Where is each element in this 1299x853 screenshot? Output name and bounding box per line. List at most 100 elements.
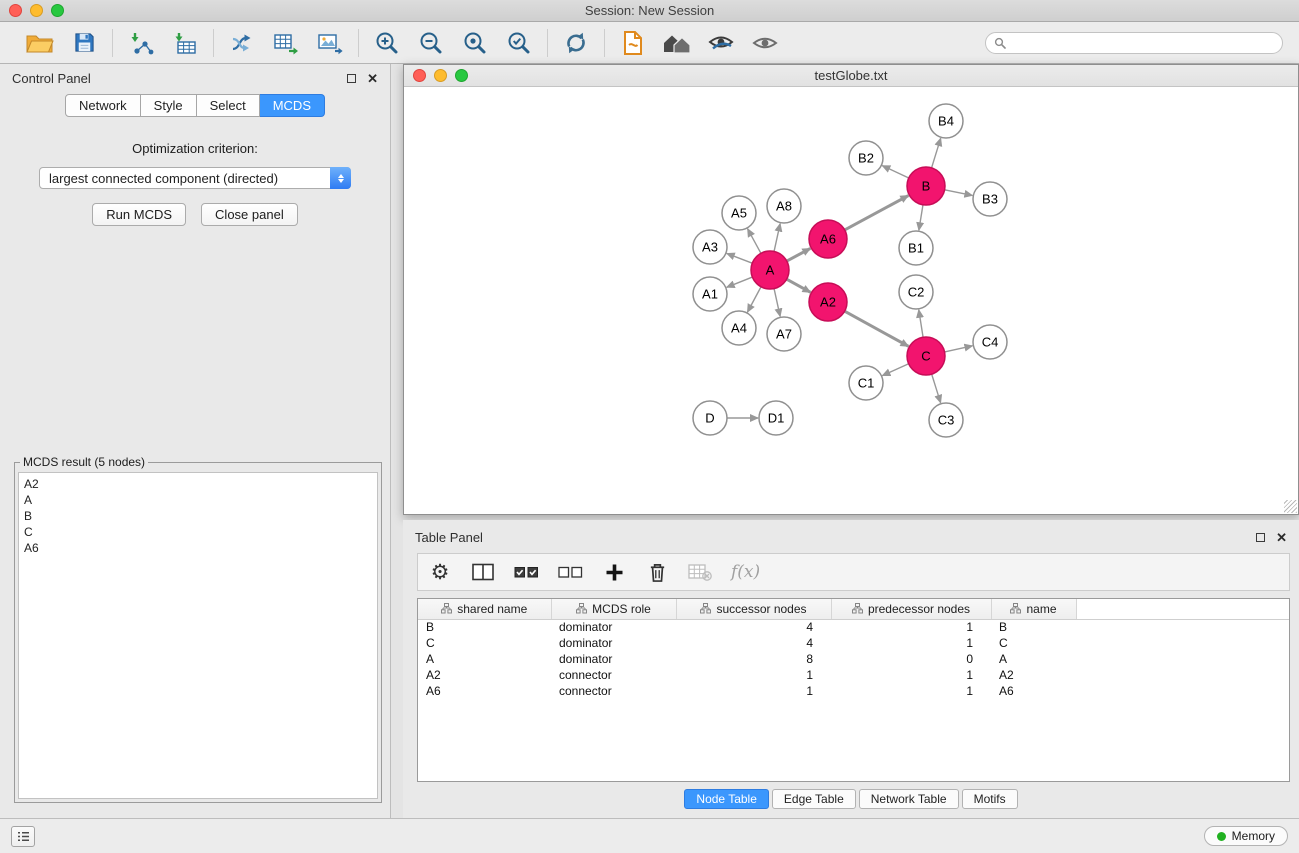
graph-edge[interactable] [882,364,908,376]
close-window-button[interactable] [9,4,22,17]
graph-node[interactable]: A8 [767,189,801,223]
graph-node[interactable]: D1 [759,401,793,435]
home-icon[interactable] [659,27,695,59]
table-row[interactable]: Cdominator41C [418,635,1289,651]
open-session-icon[interactable] [22,27,58,59]
graph-edge[interactable] [845,196,909,230]
annotation-eye-icon[interactable] [703,27,739,59]
table-row[interactable]: A6connector11A6 [418,683,1289,699]
graph-edge[interactable] [945,346,973,352]
float-table-panel-icon[interactable] [1256,533,1265,542]
graph-edge[interactable] [774,224,780,252]
zoom-window-button[interactable] [51,4,64,17]
zoom-out-icon[interactable] [413,27,449,59]
deselect-all-icon[interactable] [558,558,583,586]
graph-edge[interactable] [727,277,753,287]
graph-edge[interactable] [932,374,941,403]
column-header[interactable]: shared name [418,599,551,619]
graph-node[interactable]: A5 [722,196,756,230]
import-network-icon[interactable] [123,27,159,59]
mcds-result-item[interactable]: B [24,508,372,524]
column-header[interactable]: predecessor nodes [831,599,991,619]
graph-edge[interactable] [882,166,908,178]
network-minimize-button[interactable] [434,69,447,82]
columns-icon[interactable] [471,558,495,586]
graph-edge[interactable] [748,229,761,253]
graph-edge[interactable] [919,205,923,230]
zoom-fit-icon[interactable] [501,27,537,59]
graph-node[interactable]: A2 [809,283,847,321]
search-field[interactable] [985,32,1283,54]
graph-node[interactable]: C2 [899,275,933,309]
close-panel-icon[interactable]: ✕ [367,72,378,85]
node-table[interactable]: shared nameMCDS rolesuccessor nodesprede… [417,598,1290,782]
document-icon[interactable] [615,27,651,59]
mcds-result-item[interactable]: A2 [24,476,372,492]
graph-edge[interactable] [945,190,973,196]
zoom-in-icon[interactable] [369,27,405,59]
graph-edge[interactable] [845,311,909,346]
save-session-icon[interactable] [66,27,102,59]
tab-network[interactable]: Network [65,94,141,117]
memory-button[interactable]: Memory [1204,826,1288,846]
search-input[interactable] [1011,36,1274,50]
table-row[interactable]: Bdominator41B [418,619,1289,635]
network-close-button[interactable] [413,69,426,82]
minimize-window-button[interactable] [30,4,43,17]
tab-mcds[interactable]: MCDS [260,94,325,117]
graph-node[interactable]: B1 [899,231,933,265]
graph-edge[interactable] [919,310,923,337]
graph-node[interactable]: A6 [809,220,847,258]
graph-node[interactable]: D [693,401,727,435]
mcds-result-item[interactable]: A6 [24,540,372,556]
add-icon[interactable] [602,558,626,586]
table-row[interactable]: A2connector11A2 [418,667,1289,683]
gear-icon[interactable]: ⚙ [428,558,452,586]
graph-node[interactable]: C4 [973,325,1007,359]
graph-edge[interactable] [787,279,811,292]
close-table-panel-icon[interactable]: ✕ [1276,531,1287,544]
graph-edge[interactable] [727,253,752,263]
mcds-result-item[interactable]: C [24,524,372,540]
tab-edge-table[interactable]: Edge Table [772,789,856,809]
export-image-icon[interactable] [312,27,348,59]
function-builder-icon[interactable]: f(x) [731,558,760,586]
graph-node[interactable]: C1 [849,366,883,400]
window-resize-handle[interactable] [1284,500,1297,513]
network-zoom-button[interactable] [455,69,468,82]
import-table-icon[interactable] [167,27,203,59]
tab-network-table[interactable]: Network Table [859,789,959,809]
graph-edge[interactable] [932,138,941,168]
network-graph[interactable]: B4B2BB3A5A8A6A3B1AC2A1A2A4A7C4CC1C3DD1 [404,87,1298,514]
refresh-icon[interactable] [558,27,594,59]
network-window-titlebar[interactable]: testGlobe.txt [404,65,1298,87]
zoom-selected-icon[interactable] [457,27,493,59]
tab-node-table[interactable]: Node Table [684,789,769,809]
run-mcds-button[interactable]: Run MCDS [92,203,186,226]
graph-node[interactable]: B2 [849,141,883,175]
graph-node[interactable]: B3 [973,182,1007,216]
mcds-result-item[interactable]: A [24,492,372,508]
mcds-result-list[interactable]: A2ABCA6 [18,472,378,799]
select-all-icon[interactable] [514,558,539,586]
tab-select[interactable]: Select [197,94,260,117]
graph-edge[interactable] [747,287,761,312]
graph-node[interactable]: A4 [722,311,756,345]
close-panel-button[interactable]: Close panel [201,203,298,226]
graph-edge[interactable] [774,289,780,317]
table-row[interactable]: Adominator80A [418,651,1289,667]
graph-node[interactable]: A7 [767,317,801,351]
graph-node[interactable]: B [907,167,945,205]
float-panel-icon[interactable] [347,74,356,83]
delete-table-icon[interactable] [688,558,712,586]
graph-node[interactable]: C3 [929,403,963,437]
graph-node[interactable]: A3 [693,230,727,264]
graph-node[interactable]: A1 [693,277,727,311]
column-header[interactable]: MCDS role [551,599,676,619]
column-header[interactable]: successor nodes [676,599,831,619]
criterion-dropdown[interactable]: largest connected component (directed) [39,167,351,189]
show-details-eye-icon[interactable] [747,27,783,59]
export-table-icon[interactable] [268,27,304,59]
network-canvas[interactable]: B4B2BB3A5A8A6A3B1AC2A1A2A4A7C4CC1C3DD1 [404,87,1298,514]
graph-node[interactable]: A [751,251,789,289]
